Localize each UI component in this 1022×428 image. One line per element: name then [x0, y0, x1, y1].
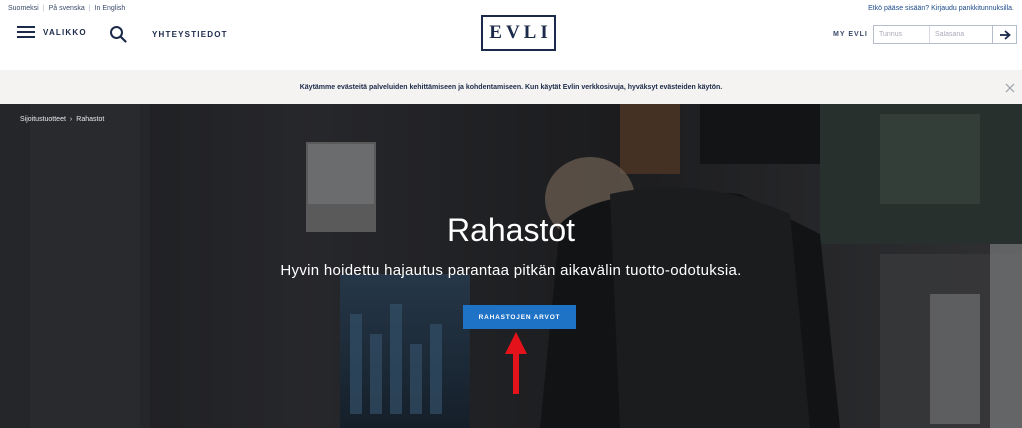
hero-section: Sijoitustuotteet › Rahastot Rahastot Hyv…: [0, 104, 1022, 428]
breadcrumb: Sijoitustuotteet › Rahastot: [20, 116, 104, 123]
site-header: Suomeksi | På svenska | In English VALIK…: [0, 0, 1022, 70]
search-button[interactable]: [109, 25, 127, 43]
lang-finnish-link[interactable]: Suomeksi: [8, 5, 39, 12]
hamburger-icon: [17, 26, 35, 38]
evli-logo[interactable]: EVLI: [481, 15, 556, 51]
close-icon: [1005, 83, 1015, 93]
cookie-notice-text: Käytämme evästeitä palveluiden kehittämi…: [299, 83, 723, 91]
cookie-banner: Käytämme evästeitä palveluiden kehittämi…: [0, 70, 1022, 104]
language-switcher: Suomeksi | På svenska | In English: [8, 5, 125, 12]
username-input[interactable]: [874, 26, 930, 43]
cookie-close-button[interactable]: [1004, 81, 1016, 93]
lang-english-link[interactable]: In English: [95, 5, 126, 12]
page-title: Rahastot: [446, 212, 576, 248]
menu-button[interactable]: VALIKKO: [17, 26, 87, 38]
separator: |: [42, 5, 45, 12]
arrow-right-icon: [999, 29, 1011, 40]
my-evli-label: MY EVLI: [833, 31, 868, 38]
login-submit-button[interactable]: [992, 26, 1016, 43]
login-form: [873, 25, 1017, 44]
password-input[interactable]: [930, 26, 992, 43]
separator: |: [88, 5, 91, 12]
fund-values-button[interactable]: RAHASTOJEN ARVOT: [463, 305, 576, 329]
search-icon: [110, 26, 127, 43]
breadcrumb-separator: ›: [69, 116, 73, 123]
lang-swedish-link[interactable]: På svenska: [49, 5, 85, 12]
hero-subtitle: Hyvin hoidettu hajautus parantaa pitkän …: [280, 262, 742, 279]
bank-login-link[interactable]: Etkö pääse sisään? Kirjaudu pankkitunnuk…: [868, 5, 1014, 12]
menu-label: VALIKKO: [43, 27, 87, 37]
breadcrumb-current: Rahastot: [76, 116, 105, 123]
red-arrow-annotation: [505, 332, 527, 394]
breadcrumb-investment-products[interactable]: Sijoitustuotteet: [20, 116, 66, 123]
contact-link[interactable]: YHTEYSTIEDOT: [152, 30, 228, 39]
